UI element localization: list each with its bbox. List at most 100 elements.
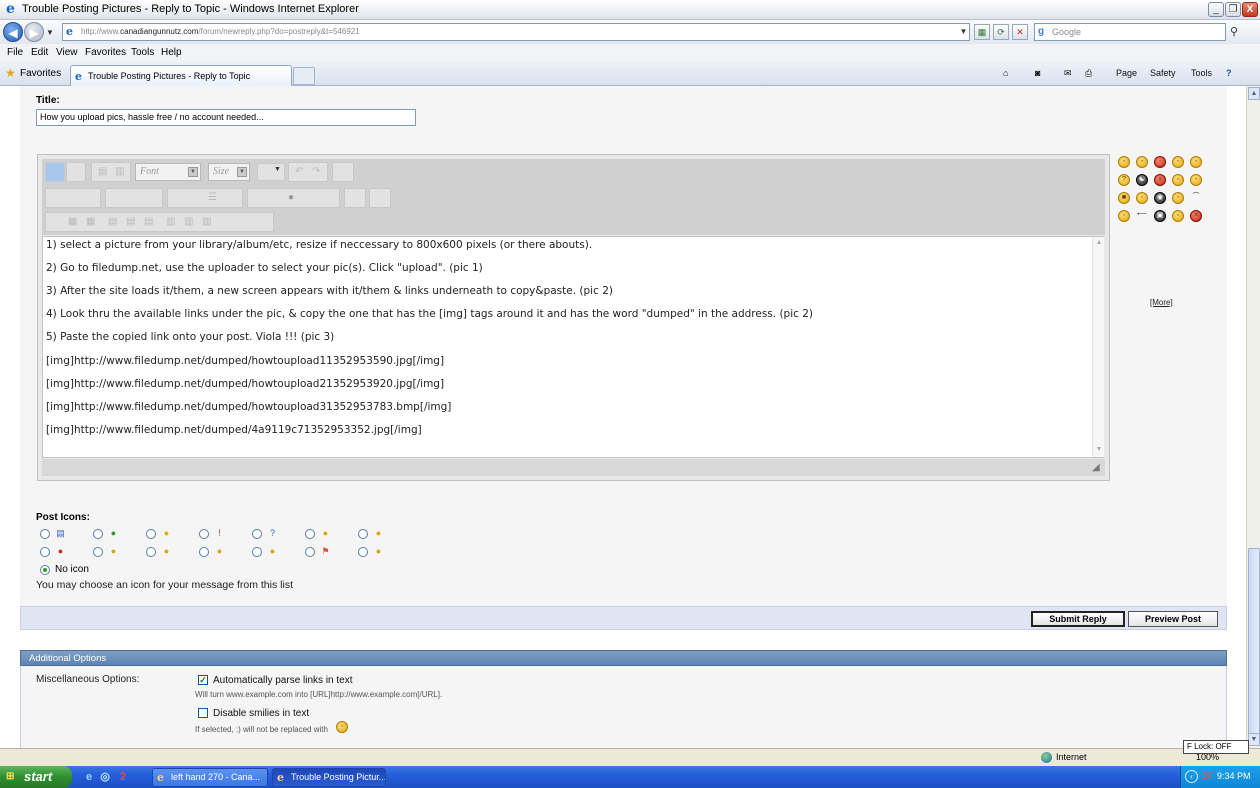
menu-favorites[interactable]: Favorites xyxy=(85,47,126,58)
smiley-icon[interactable]: ᵕ xyxy=(1172,210,1184,222)
preview-post-button[interactable]: Preview Post xyxy=(1128,611,1218,627)
menu-tools[interactable]: Tools xyxy=(131,47,154,58)
quote-button[interactable] xyxy=(344,188,366,208)
page-menu[interactable]: Page xyxy=(1116,68,1137,78)
scroll-up-icon[interactable]: ▲ xyxy=(1094,238,1104,248)
table-tools-group[interactable]: ▦ ▦ ▤ ▤ ▤ ▥ ▥ ▥ xyxy=(45,212,274,232)
title-input[interactable]: How you upload pics, hassle free / no ac… xyxy=(36,109,416,126)
mail-icon[interactable]: ✉ xyxy=(1064,68,1072,79)
close-button[interactable]: X xyxy=(1242,2,1258,17)
quicklaunch-ie-icon[interactable]: e xyxy=(82,770,96,784)
undo-redo-group[interactable]: ↶ ↷ xyxy=(288,162,328,182)
smiley-icon[interactable]: ᵕ xyxy=(1172,156,1184,168)
scroll-down-icon[interactable]: ▼ xyxy=(1248,733,1260,746)
smiley-icon[interactable]: ⟵ xyxy=(1136,210,1148,222)
scrollbar-thumb[interactable] xyxy=(1248,548,1260,738)
home-icon[interactable]: ⌂ xyxy=(1003,68,1008,78)
safety-menu[interactable]: Safety xyxy=(1150,68,1176,78)
smiley-icon[interactable]: x xyxy=(1154,174,1166,186)
tab-active[interactable]: e Trouble Posting Pictures - Reply to To… xyxy=(70,65,292,86)
start-button[interactable]: ⊞ start xyxy=(0,766,72,788)
post-icon-radio[interactable] xyxy=(252,529,262,539)
remove-format-button[interactable] xyxy=(332,162,354,182)
post-icon-radio[interactable] xyxy=(93,547,103,557)
smiley-icon[interactable]: ᵕ xyxy=(1172,174,1184,186)
smiley-icon[interactable]: ᵕ xyxy=(1136,156,1148,168)
post-icon-radio[interactable] xyxy=(252,547,262,557)
help-icon[interactable]: ? xyxy=(1226,68,1232,78)
restore-button[interactable]: ❐ xyxy=(1225,2,1241,17)
smiley-icon[interactable]: ◉ xyxy=(1154,192,1166,204)
favorites-star-icon[interactable]: ★ xyxy=(5,67,16,79)
taskbar-item[interactable]: e left hand 270 - Cana... xyxy=(152,768,268,787)
post-icon-radio[interactable] xyxy=(199,547,209,557)
alignment-group[interactable] xyxy=(105,188,163,208)
forward-button[interactable]: ▶ xyxy=(24,22,44,42)
post-icon-radio[interactable] xyxy=(40,529,50,539)
refresh-icon[interactable]: ⟳ xyxy=(993,24,1009,40)
search-input[interactable]: g Google xyxy=(1034,23,1226,41)
post-icon-radio[interactable] xyxy=(93,529,103,539)
smiley-icon[interactable]: ᵕ xyxy=(1118,210,1130,222)
textarea-scrollbar[interactable]: ▲ ▼ xyxy=(1092,237,1104,457)
smiley-icon[interactable]: ᵕ xyxy=(1172,192,1184,204)
address-dropdown-icon[interactable]: ▼ xyxy=(958,25,969,38)
parse-links-checkbox[interactable]: ✓ xyxy=(198,675,208,685)
back-button[interactable]: ◀ xyxy=(3,22,23,42)
tools-menu[interactable]: Tools xyxy=(1191,68,1212,78)
smiley-icon[interactable]: ᵕ xyxy=(1154,156,1166,168)
menu-view[interactable]: View xyxy=(56,47,78,58)
history-dropdown-icon[interactable]: ▼ xyxy=(46,28,54,37)
post-icon-radio[interactable] xyxy=(146,529,156,539)
smiley-icon[interactable]: ᵕ xyxy=(1190,156,1202,168)
more-smilies-link[interactable]: [More] xyxy=(1150,298,1173,307)
list-indent-group[interactable]: ☰ xyxy=(167,188,243,208)
chevron-left-icon[interactable]: ‹ xyxy=(1185,770,1198,783)
cut-copy-group[interactable]: ▤ ▥ xyxy=(91,162,131,182)
wysiwyg-toggle-button[interactable] xyxy=(45,162,65,182)
post-icon-radio[interactable] xyxy=(358,547,368,557)
post-icon-radio[interactable] xyxy=(146,547,156,557)
stop-icon[interactable]: ✕ xyxy=(1012,24,1028,40)
print-icon[interactable]: ⎙ xyxy=(1085,68,1092,79)
smiley-icon[interactable]: ᵕ xyxy=(1118,156,1130,168)
font-select[interactable]: Font ▼ xyxy=(135,163,201,181)
compatibility-view-icon[interactable]: ▦ xyxy=(974,24,990,40)
minimize-button[interactable]: _ xyxy=(1208,2,1224,17)
smiley-icon[interactable]: ✕ xyxy=(1190,210,1202,222)
disable-smilies-checkbox[interactable] xyxy=(198,708,208,718)
smiley-icon[interactable]: ᵕ xyxy=(1190,174,1202,186)
size-select[interactable]: Size ▼ xyxy=(208,163,250,181)
code-button[interactable] xyxy=(369,188,391,208)
smiley-icon[interactable]: ☯ xyxy=(1136,174,1148,186)
smiley-icon[interactable]: ⌒ xyxy=(1190,192,1202,204)
no-icon-radio[interactable] xyxy=(40,565,50,575)
menu-edit[interactable]: Edit xyxy=(31,47,48,58)
page-scrollbar[interactable]: ▲ ▼ xyxy=(1246,86,1260,748)
post-icon-radio[interactable] xyxy=(305,547,315,557)
smiley-icon[interactable]: ? xyxy=(1118,174,1130,186)
new-tab-button[interactable] xyxy=(293,67,315,85)
post-icon-radio[interactable] xyxy=(40,547,50,557)
tray-badge[interactable]: 37 xyxy=(1202,771,1212,781)
search-icon[interactable]: ⚲ xyxy=(1230,25,1238,38)
favorites-button[interactable]: Favorites xyxy=(20,68,61,79)
menu-file[interactable]: File xyxy=(7,47,23,58)
smiley-icon[interactable]: ᵕ xyxy=(1136,192,1148,204)
resize-grip-icon[interactable]: ◢ xyxy=(1092,462,1100,473)
post-icon-radio[interactable] xyxy=(199,529,209,539)
taskbar-item-active[interactable]: e Trouble Posting Pictur... xyxy=(272,768,386,787)
scroll-down-icon[interactable]: ▼ xyxy=(1094,445,1104,455)
quicklaunch-outlook-icon[interactable]: ◎ xyxy=(98,770,112,784)
message-textarea[interactable]: 1) select a picture from your library/al… xyxy=(42,236,1104,458)
smiley-icon[interactable]: ▣ xyxy=(1154,210,1166,222)
post-icon-radio[interactable] xyxy=(358,529,368,539)
post-icon-radio[interactable] xyxy=(305,529,315,539)
feeds-icon[interactable]: ◙ xyxy=(1035,68,1040,78)
submit-reply-button[interactable]: Submit Reply xyxy=(1031,611,1125,627)
quicklaunch-app-icon[interactable]: 2 xyxy=(116,770,130,784)
color-picker-button[interactable]: ▼ xyxy=(257,163,285,181)
menu-help[interactable]: Help xyxy=(161,47,182,58)
smiley-icon[interactable]: ■ xyxy=(1118,192,1130,204)
scroll-up-icon[interactable]: ▲ xyxy=(1248,87,1260,100)
